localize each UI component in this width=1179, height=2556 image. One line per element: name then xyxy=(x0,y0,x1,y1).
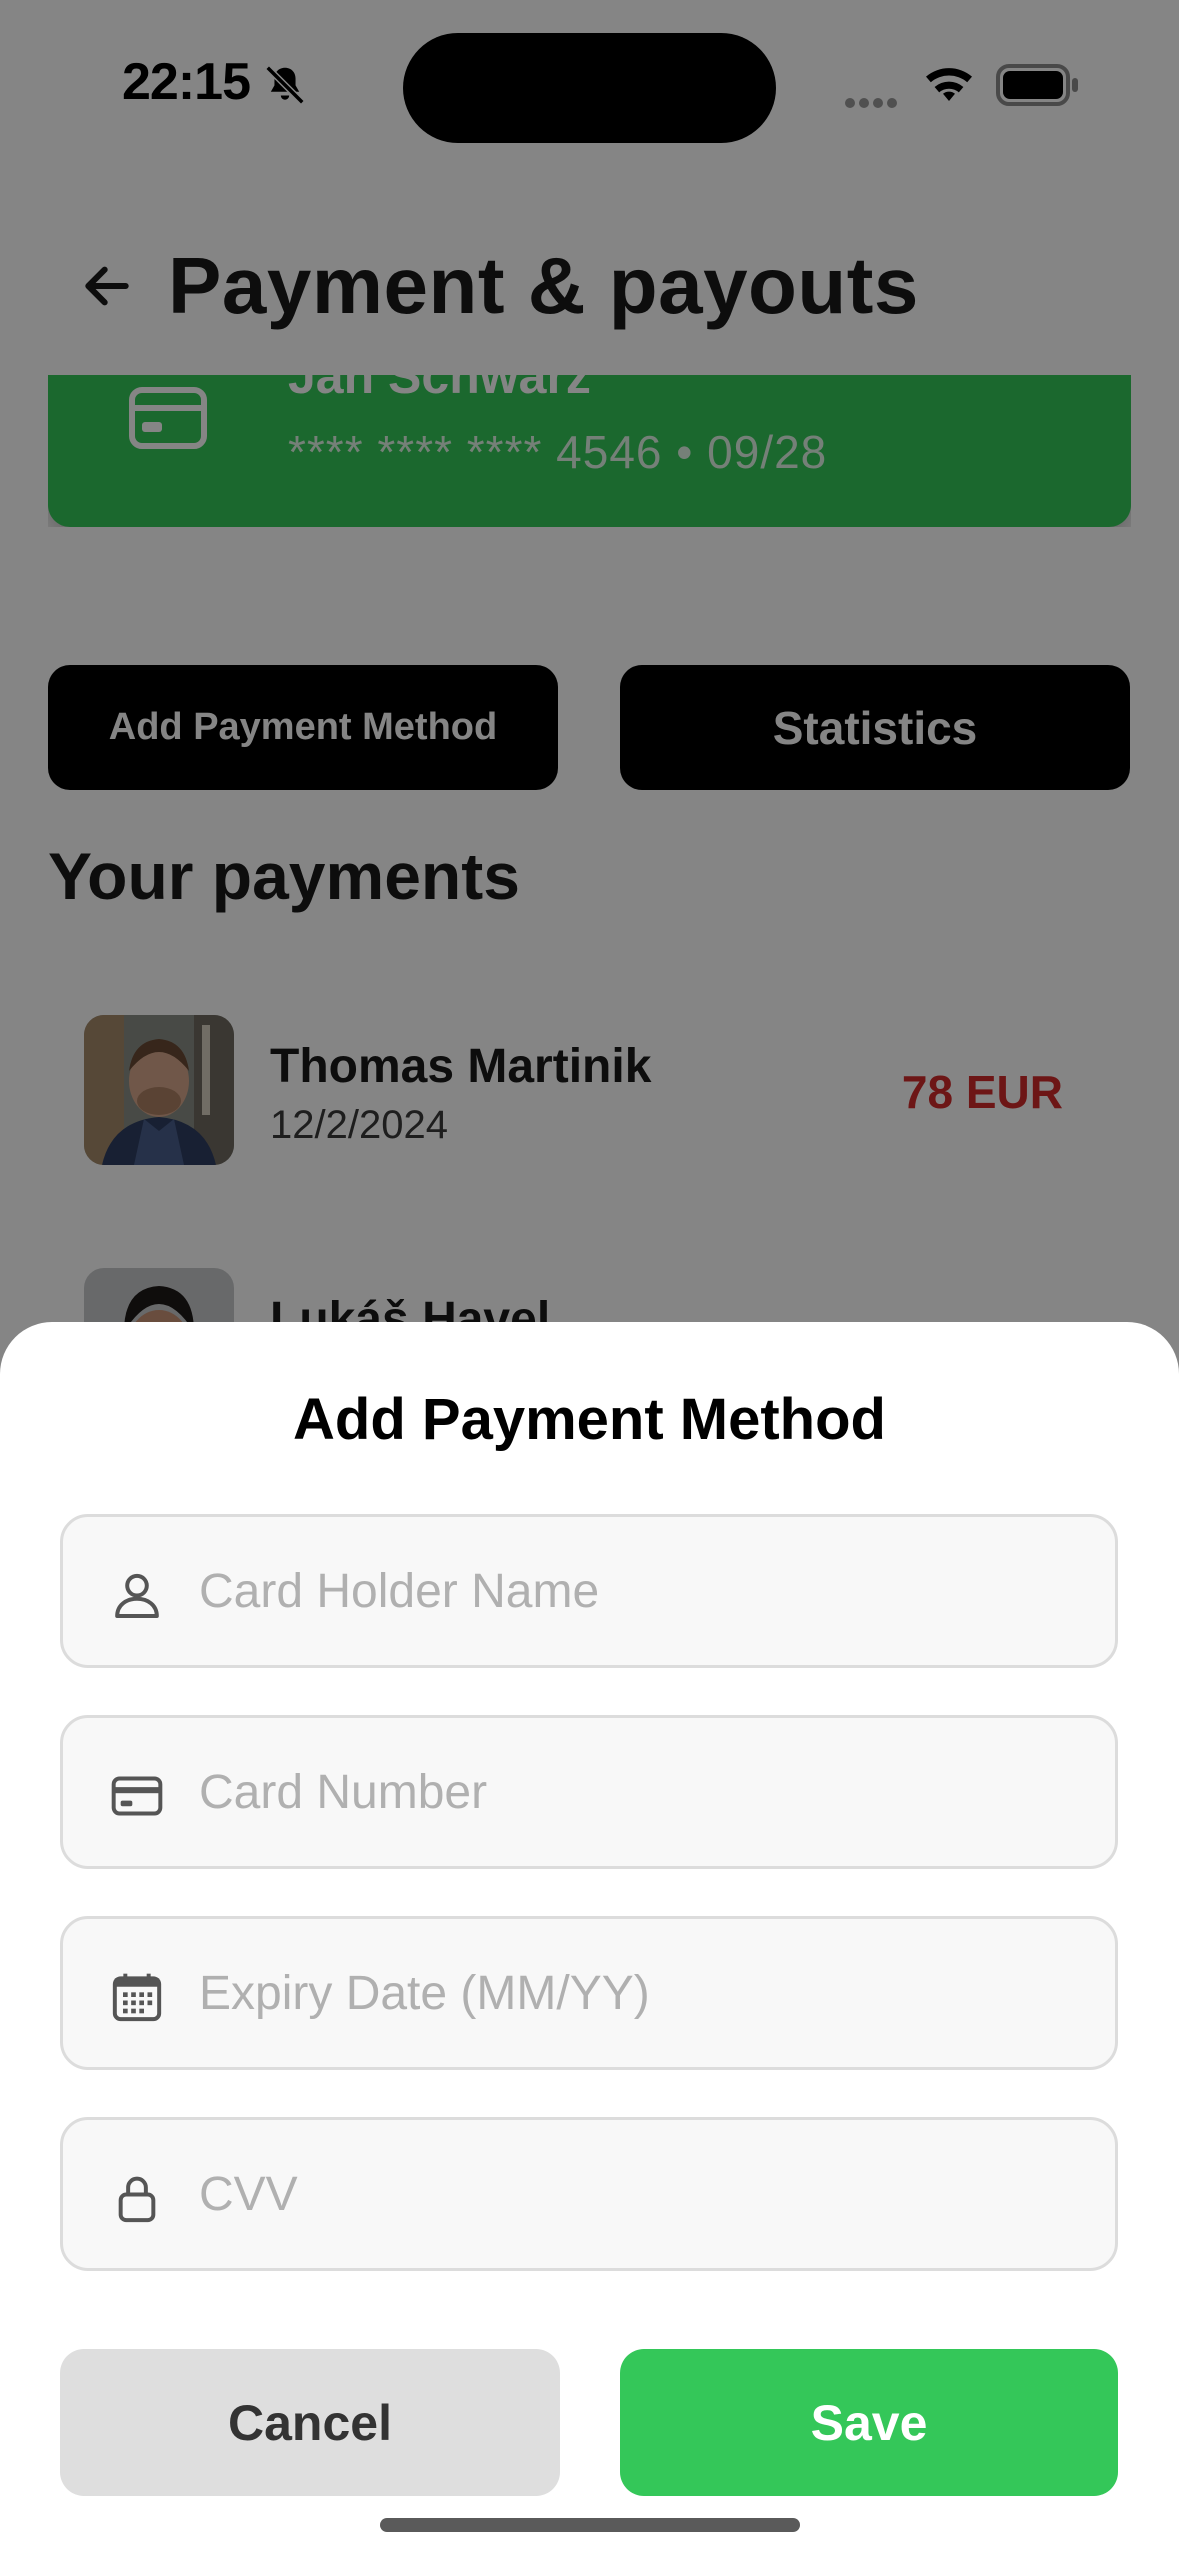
lock-icon xyxy=(118,2176,156,2223)
card-holder-field[interactable] xyxy=(60,1514,1118,1668)
person-icon xyxy=(115,1573,159,1618)
sheet-title: Add Payment Method xyxy=(293,1387,886,1452)
cvv-input[interactable] xyxy=(199,2120,1079,2268)
calendar-icon xyxy=(112,1973,162,2022)
cvv-field[interactable] xyxy=(60,2117,1118,2271)
home-indicator[interactable] xyxy=(380,2518,800,2532)
save-button[interactable]: Save xyxy=(620,2349,1118,2496)
expiry-date-input[interactable] xyxy=(199,1919,1079,2067)
card-number-input[interactable] xyxy=(199,1718,1079,1866)
card-holder-input[interactable] xyxy=(199,1517,1079,1665)
expiry-date-field[interactable] xyxy=(60,1916,1118,2070)
card-number-field[interactable] xyxy=(60,1715,1118,1869)
app-screen: 22:15 Jan Schwarz **** **** **** 4546 • … xyxy=(0,0,1179,2556)
cancel-button[interactable]: Cancel xyxy=(60,2349,560,2496)
credit-card-icon xyxy=(111,1776,163,1816)
